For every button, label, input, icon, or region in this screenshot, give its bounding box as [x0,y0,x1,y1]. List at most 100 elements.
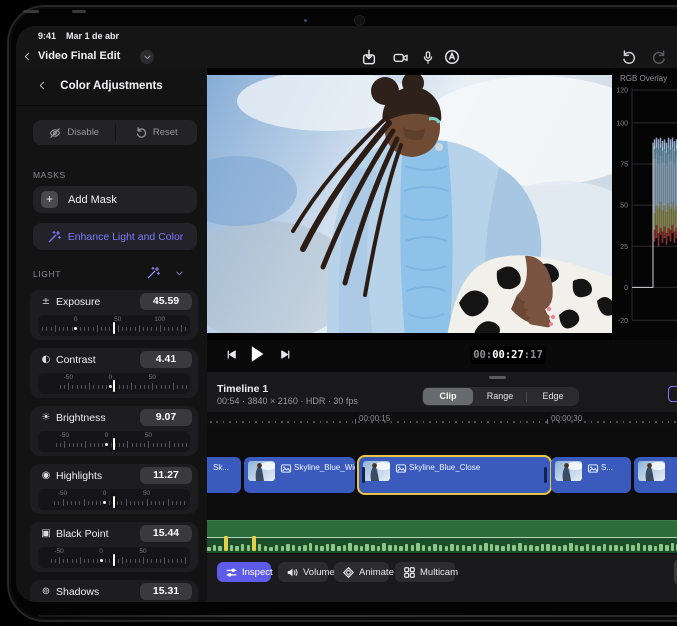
button-label: Volume [303,567,335,578]
slider-tape[interactable]: -50050 [38,489,190,510]
track-area[interactable]: Sk... Skyline_Blue_WideSkyline_Blue_Close… [207,426,677,553]
clip-Sk...[interactable]: Sk... [207,457,241,493]
black-point-icon: ▣ [40,528,52,539]
redo-icon[interactable] [650,49,668,65]
clip-label: Sk... [213,463,229,472]
audio-track[interactable] [207,520,677,553]
multicam-button[interactable]: Multicam [395,562,455,582]
slider-label: Highlights [56,470,102,482]
timecode-display: 00:00:27:17 [470,346,546,364]
camera-indicator-dot [304,19,307,22]
svg-text:50: 50 [620,203,628,210]
slider-value[interactable]: 9.07 [140,409,192,426]
svg-text:RGB Overlay: RGB Overlay [620,74,667,83]
light-section-label: LIGHT [33,269,61,279]
brightness-icon: ☀ [40,412,52,423]
wand-icon [47,230,61,244]
top-button-1 [23,10,39,13]
slider-exposure[interactable]: ±Exposure45.59050100 [30,290,198,340]
reset-label: Reset [153,127,178,138]
trim-handle-right[interactable] [544,467,547,483]
mic-icon[interactable] [419,49,437,65]
skip-fwd-icon[interactable] [279,348,292,361]
multicam-icon [403,566,416,579]
timeline-ruler[interactable]: 00:00:1500:00:30 [207,412,677,427]
slider-brightness[interactable]: ☀ Brightness 9.07 -50050 [30,406,198,456]
contrast-icon: ◐ [40,354,52,365]
svg-text:25: 25 [620,244,628,251]
slider-value[interactable]: 15.44 [140,525,192,542]
camera-icon[interactable] [391,49,409,65]
mode-clip[interactable]: Clip [423,388,473,405]
slider-black-point[interactable]: ▣ Black Point 15.44 -50050 [30,522,198,572]
clip-S...[interactable]: S... [551,457,631,493]
slider-value[interactable]: 11.27 [140,467,192,484]
ruler-tick [355,419,356,424]
clip-thumbnail [363,461,390,481]
clip-Skyline_Blue_Close[interactable]: Skyline_Blue_Close [357,455,552,495]
trim-handle-left[interactable] [362,467,365,483]
slider-tape[interactable]: -50050 [38,373,190,394]
video-preview[interactable] [207,68,612,340]
slider-value[interactable]: 4.41 [140,351,192,368]
add-mask-button[interactable]: + Add Mask [33,186,197,213]
timeline-resize-handle[interactable] [489,376,506,379]
play-icon[interactable] [249,345,265,363]
back-chevron-icon[interactable] [23,50,32,63]
pencil-circle-icon[interactable] [443,49,461,65]
clip-thumbnail [248,461,275,481]
chevron-down-icon[interactable] [174,269,185,278]
disable-button[interactable]: Disable [33,120,115,145]
device-bottom-edge [39,615,677,617]
slider-tape[interactable]: 050100 [38,315,190,336]
volume-icon [286,566,299,579]
audio-clip-body [207,520,677,538]
skip-back-icon[interactable] [225,348,238,361]
slider-tape[interactable]: -50050 [38,431,190,452]
screen: 9:41 Mar 1 de abr Video Final Edit Color… [16,26,677,602]
ruler-label: 00:00:15 [359,414,390,423]
export-icon[interactable] [360,49,378,65]
svg-text:100: 100 [616,120,628,127]
undo-icon[interactable] [620,49,638,65]
clip-Skyline_Blue_Wide[interactable]: Skyline_Blue_Wide [244,457,355,493]
clip-thumbnail [638,461,665,481]
ipad-mockup: { "status": {"time": "9:41", "date": "Ma… [0,0,677,626]
slider-contrast[interactable]: ◐Contrast4.41-50050 [30,348,198,398]
slider-shadows[interactable]: ⊚Shadows15.31-50050 [30,580,198,602]
mode-edge[interactable]: Edge [528,388,578,405]
slider-label: Brightness [56,412,106,424]
edit-mode-segmented-control: ClipRangeEdge [422,387,579,406]
timecode-part: :17 [524,349,543,361]
clip-thumbnail [555,461,582,481]
wand-icon[interactable] [146,266,160,280]
animate-button[interactable]: Animate [334,562,389,582]
reset-button[interactable]: Reset [116,120,198,145]
disable-label: Disable [67,127,99,138]
ruler-tick [547,419,548,424]
slider-label: Black Point [56,528,109,540]
inspect-button[interactable]: Inspect [217,562,271,582]
mode-range[interactable]: Range [475,388,525,405]
title-menu-button[interactable] [140,50,154,64]
button-label: Multicam [420,567,458,578]
slider-highlights[interactable]: ◉Highlights11.27-50050 [30,464,198,514]
playback-bar: 00:00:27:17 [207,340,677,373]
project-title[interactable]: Video Final Edit [38,50,120,62]
slider-value[interactable]: 15.31 [140,583,192,600]
media-icon [395,463,407,474]
enhance-light-color-button[interactable]: Enhance Light and Color [33,223,197,250]
truncated-button[interactable] [668,386,677,402]
volume-line[interactable] [207,537,677,539]
enhance-label: Enhance Light and Color [68,231,184,243]
slider-value[interactable]: 45.59 [140,293,192,310]
light-section-row: LIGHT [16,264,207,284]
volume-button[interactable]: Volume [278,562,328,582]
disable-reset-group: Disable Reset [33,120,197,145]
timeline-title: Timeline 1 [217,383,268,395]
slider-tape[interactable]: -50050 [38,547,190,568]
slider-label: Exposure [56,296,100,308]
light-sliders: ±Exposure45.59050100◐Contrast4.41-50050☀… [16,290,207,602]
svg-text:75: 75 [620,162,628,169]
clip-untitled[interactable] [634,457,677,493]
